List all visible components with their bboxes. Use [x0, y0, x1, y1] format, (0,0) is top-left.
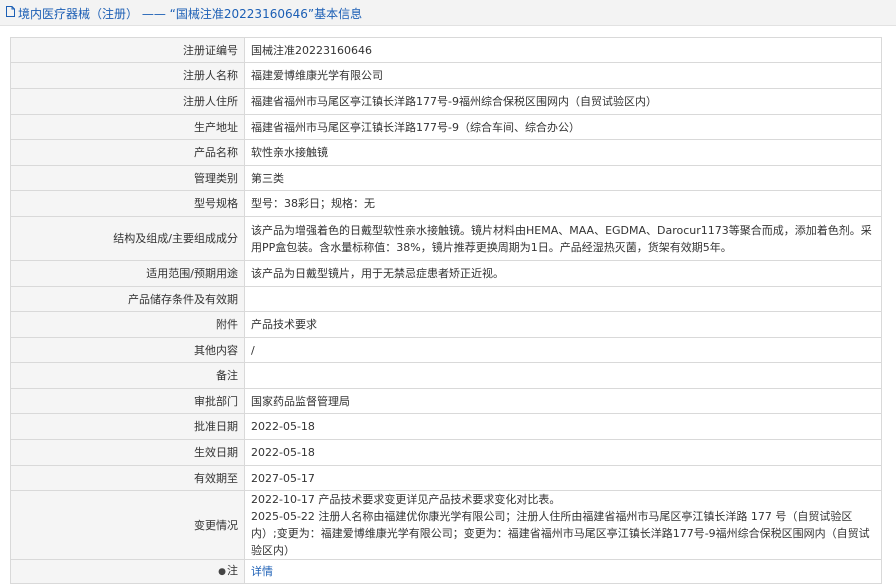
row-label: 适用范围/预期用途 — [10, 260, 245, 287]
row-value — [244, 362, 882, 389]
table-row: 生效日期 2022-05-18 — [10, 439, 882, 466]
details-link[interactable]: 详情 — [251, 565, 273, 578]
table-row: 有效期至 2027-05-17 — [10, 465, 882, 491]
row-label: 型号规格 — [10, 190, 245, 217]
row-value — [244, 286, 882, 312]
change-history: 2022-10-17 产品技术要求变更详见产品技术要求变化对比表。 2025-0… — [244, 490, 882, 560]
table-row: 产品储存条件及有效期 — [10, 286, 882, 312]
row-label: 注册人住所 — [10, 88, 245, 115]
row-label: 变更情况 — [10, 490, 245, 560]
row-label: 审批部门 — [10, 388, 245, 414]
table-row: 适用范围/预期用途 该产品为日戴型镜片，用于无禁忌症患者矫正近视。 — [10, 260, 882, 287]
row-value: 型号：38彩日；规格：无 — [244, 190, 882, 217]
section-name: 境内医疗器械（注册） — [18, 7, 139, 21]
table-row: 型号规格 型号：38彩日；规格：无 — [10, 190, 882, 217]
record-title: “国械注准20223160646”基本信息 — [169, 7, 363, 21]
note-value-cell: 详情 — [244, 559, 882, 584]
row-value: 福建爱博维康光学有限公司 — [244, 62, 882, 89]
info-table: 注册证编号 国械注准20223160646 注册人名称 福建爱博维康光学有限公司… — [10, 37, 882, 584]
table-row: 备注 — [10, 362, 882, 389]
row-value: 国家药品监督管理局 — [244, 388, 882, 414]
title-separator: —— — [141, 7, 166, 21]
table-row: 批准日期 2022-05-18 — [10, 413, 882, 440]
row-label: 产品储存条件及有效期 — [10, 286, 245, 312]
table-row: 管理类别 第三类 — [10, 165, 882, 191]
row-value: 软性亲水接触镜 — [244, 139, 882, 166]
table-row: 变更情况 2022-10-17 产品技术要求变更详见产品技术要求变化对比表。 2… — [10, 490, 882, 560]
pin-icon: ● — [218, 567, 226, 577]
row-value: 福建省福州市马尾区亭江镇长洋路177号-9（综合车间、综合办公） — [244, 114, 882, 140]
note-label: 注 — [227, 564, 238, 577]
row-value: / — [244, 337, 882, 363]
table-row: 其他内容 / — [10, 337, 882, 363]
row-label: 其他内容 — [10, 337, 245, 363]
row-value: 2022-05-18 — [244, 439, 882, 466]
page-header: 境内医疗器械（注册） —— “国械注准20223160646”基本信息 — [0, 0, 896, 26]
row-value: 产品技术要求 — [244, 311, 882, 338]
row-value: 福建省福州市马尾区亭江镇长洋路177号-9福州综合保税区围网内（自贸试验区内） — [244, 88, 882, 115]
note-label-cell: ●注 — [10, 559, 245, 584]
row-label: 注册证编号 — [10, 37, 245, 63]
document-icon — [6, 6, 15, 17]
row-value: 2022-05-18 — [244, 413, 882, 440]
row-label: 生产地址 — [10, 114, 245, 140]
table-row: 审批部门 国家药品监督管理局 — [10, 388, 882, 414]
table-row: 产品名称 软性亲水接触镜 — [10, 139, 882, 166]
row-label: 结构及组成/主要组成成分 — [10, 216, 245, 261]
row-value: 第三类 — [244, 165, 882, 191]
table-row: 注册人名称 福建爱博维康光学有限公司 — [10, 62, 882, 89]
table-row: 生产地址 福建省福州市马尾区亭江镇长洋路177号-9（综合车间、综合办公） — [10, 114, 882, 140]
row-value: 2027-05-17 — [244, 465, 882, 491]
row-label: 批准日期 — [10, 413, 245, 440]
row-value: 该产品为日戴型镜片，用于无禁忌症患者矫正近视。 — [244, 260, 882, 287]
row-label: 备注 — [10, 362, 245, 389]
row-value: 该产品为增强着色的日戴型软性亲水接触镜。镜片材料由HEMA、MAA、EGDMA、… — [244, 216, 882, 261]
table-row: 结构及组成/主要组成成分 该产品为增强着色的日戴型软性亲水接触镜。镜片材料由HE… — [10, 216, 882, 261]
page-title: 境内医疗器械（注册） —— “国械注准20223160646”基本信息 — [18, 5, 362, 22]
table-row: ●注 详情 — [10, 559, 882, 584]
row-label: 生效日期 — [10, 439, 245, 466]
table-row: 附件 产品技术要求 — [10, 311, 882, 338]
row-label: 有效期至 — [10, 465, 245, 491]
row-label: 管理类别 — [10, 165, 245, 191]
table-row: 注册人住所 福建省福州市马尾区亭江镇长洋路177号-9福州综合保税区围网内（自贸… — [10, 88, 882, 115]
row-value: 国械注准20223160646 — [244, 37, 882, 63]
row-label: 注册人名称 — [10, 62, 245, 89]
table-row: 注册证编号 国械注准20223160646 — [10, 37, 882, 63]
row-label: 产品名称 — [10, 139, 245, 166]
row-label: 附件 — [10, 311, 245, 338]
